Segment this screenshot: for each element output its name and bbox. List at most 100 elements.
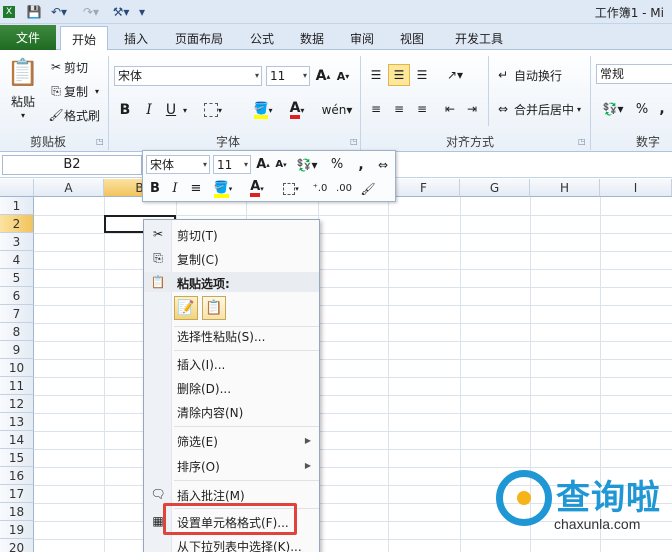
mini-currency-icon[interactable]: 💱▾ [293, 155, 321, 174]
mini-font-combo[interactable]: 宋体 ▾ [146, 155, 210, 174]
mini-align-center-icon[interactable]: ≡ [187, 179, 205, 198]
align-top-icon[interactable]: ☰ [366, 64, 386, 86]
align-middle-icon[interactable]: ☰ [388, 64, 410, 86]
cut-icon[interactable]: ✂ [48, 58, 64, 76]
row-header[interactable]: 14 [0, 431, 34, 449]
cut-button[interactable]: 剪切 [64, 58, 96, 76]
mini-decrease-decimal-icon[interactable]: .00 [333, 179, 355, 198]
row-header[interactable]: 17 [0, 485, 34, 503]
menu-item-insert[interactable]: 插入(I)... [177, 356, 225, 373]
clipboard-launcher-icon[interactable]: ◳ [96, 137, 104, 146]
row-header[interactable]: 8 [0, 323, 34, 341]
fill-color-icon[interactable]: 🪣 ▾ [248, 100, 278, 120]
wrap-text-button[interactable]: 自动换行 [514, 64, 570, 86]
copy-button[interactable]: 复制 [64, 82, 94, 100]
mini-bold-button[interactable]: B [147, 179, 163, 198]
menu-item-paste-special[interactable]: 选择性粘贴(S)... [177, 328, 265, 345]
font-launcher-icon[interactable]: ◳ [350, 137, 358, 146]
font-color-icon[interactable]: A ▾ [282, 100, 312, 120]
select-all-corner[interactable] [0, 179, 34, 197]
merge-center-icon[interactable]: ⇔ [494, 98, 512, 120]
wrap-text-icon[interactable]: ↵ [494, 64, 512, 86]
customize-tool-icon[interactable]: ⚒▾ [110, 3, 132, 21]
menu-item-pick-from-list[interactable]: 从下拉列表中选择(K)... [177, 538, 302, 552]
italic-button[interactable]: I [140, 100, 158, 120]
row-header[interactable]: 18 [0, 503, 34, 521]
increase-indent-icon[interactable]: ⇥ [462, 98, 482, 120]
decrease-indent-icon[interactable]: ⇤ [440, 98, 460, 120]
comma-button[interactable]: , [656, 98, 668, 120]
mini-comma-button[interactable]: , [355, 155, 367, 174]
menu-item-insert-comment[interactable]: 插入批注(M) [177, 487, 245, 504]
paste-button[interactable]: 粘贴 [6, 92, 40, 110]
mini-size-combo[interactable]: 11 ▾ [213, 155, 251, 174]
menu-item-filter[interactable]: 筛选(E) [177, 433, 218, 450]
row-header[interactable]: 13 [0, 413, 34, 431]
tab-developer[interactable]: 开发工具 [444, 26, 514, 50]
column-header[interactable]: A [34, 179, 104, 197]
bold-button[interactable]: B [116, 100, 134, 120]
font-size-combo[interactable]: 11 ▾ [266, 66, 310, 86]
number-format-combo[interactable]: 常规 [596, 64, 672, 84]
paste-option-keep-format-icon[interactable]: 📝 [174, 296, 198, 320]
align-right-icon[interactable]: ≡ [412, 98, 432, 120]
row-header[interactable]: 16 [0, 467, 34, 485]
grow-font-icon[interactable]: A ▴ [314, 66, 332, 86]
column-header[interactable]: G [460, 179, 530, 197]
merge-center-button[interactable]: 合并后居中 [514, 98, 576, 120]
row-header[interactable]: 3 [0, 233, 34, 251]
row-header-selected[interactable]: 2 [0, 215, 34, 233]
currency-icon[interactable]: 💱▾ [598, 98, 628, 120]
mini-grow-font-icon[interactable]: A ▴ [255, 155, 271, 174]
menu-item-clear[interactable]: 清除内容(N) [177, 404, 243, 421]
shrink-font-icon[interactable]: A ▾ [334, 66, 352, 86]
mini-font-color-icon[interactable]: A ▾ [243, 179, 271, 198]
undo-icon[interactable]: ↶▾ [48, 3, 70, 21]
copy-icon[interactable]: ⎘ [48, 82, 64, 100]
redo-icon[interactable]: ↷▾ [80, 3, 102, 21]
menu-item-delete[interactable]: 删除(D)... [177, 380, 231, 397]
underline-button[interactable]: U [162, 100, 180, 120]
row-header[interactable]: 11 [0, 377, 34, 395]
mini-percent-button[interactable]: % [329, 155, 345, 174]
column-header[interactable]: I [600, 179, 672, 197]
menu-item-sort[interactable]: 排序(O) [177, 458, 220, 475]
row-header[interactable]: 1 [0, 197, 34, 215]
align-center-icon[interactable]: ≡ [388, 98, 410, 120]
tab-file[interactable]: 文件 [0, 25, 56, 50]
merge-dropdown-icon[interactable]: ▾ [574, 98, 584, 120]
menu-item-copy[interactable]: 复制(C) [177, 251, 219, 268]
row-header[interactable]: 15 [0, 449, 34, 467]
format-painter-button[interactable]: 格式刷 [64, 106, 104, 124]
quick-access-dropdown-icon[interactable]: ▾ [136, 3, 148, 21]
row-header[interactable]: 7 [0, 305, 34, 323]
orientation-icon[interactable]: ↗▾ [442, 64, 468, 86]
mini-format-painter-icon[interactable]: 🖌 [359, 179, 377, 198]
paste-dropdown-icon[interactable]: ▾ [18, 110, 28, 120]
row-header[interactable]: 5 [0, 269, 34, 287]
mini-italic-button[interactable]: I [167, 179, 183, 198]
tab-review[interactable]: 审阅 [342, 26, 382, 50]
borders-icon[interactable]: ▾ [196, 100, 230, 120]
underline-dropdown-icon[interactable]: ▾ [180, 100, 190, 120]
row-header[interactable]: 20 [0, 539, 34, 552]
copy-dropdown-icon[interactable]: ▾ [92, 82, 102, 100]
format-painter-icon[interactable]: 🖌 [48, 106, 64, 124]
tab-home[interactable]: 开始 [60, 26, 108, 51]
column-header[interactable]: F [388, 179, 460, 197]
font-name-combo[interactable]: 宋体 ▾ [114, 66, 262, 86]
column-header[interactable]: H [530, 179, 600, 197]
phonetic-icon[interactable]: wén▾ [322, 100, 353, 120]
align-left-icon[interactable]: ≡ [366, 98, 386, 120]
align-bottom-icon[interactable]: ☰ [412, 64, 432, 86]
tab-formulas[interactable]: 公式 [242, 26, 282, 50]
row-header[interactable]: 6 [0, 287, 34, 305]
mini-fill-color-icon[interactable]: 🪣 ▾ [209, 179, 237, 198]
tab-data[interactable]: 数据 [292, 26, 332, 50]
tab-view[interactable]: 视图 [392, 26, 432, 50]
row-header[interactable]: 4 [0, 251, 34, 269]
row-header[interactable]: 10 [0, 359, 34, 377]
save-icon[interactable]: 💾 [26, 3, 42, 21]
mini-borders-icon[interactable]: ▾ [277, 179, 305, 198]
alignment-launcher-icon[interactable]: ◳ [578, 137, 586, 146]
